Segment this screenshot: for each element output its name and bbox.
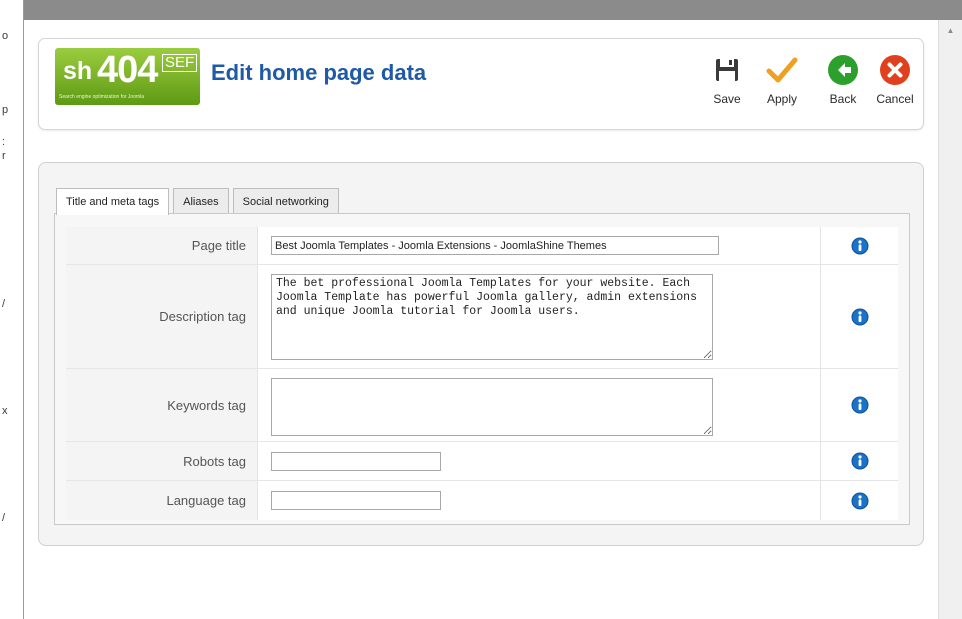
tab-bar: Title and meta tags Aliases Social netwo… bbox=[56, 188, 343, 215]
arrow-left-circle-icon bbox=[826, 53, 860, 87]
language-tag-input[interactable] bbox=[271, 491, 441, 510]
form-row-description: Description tag The bet professional Joo… bbox=[66, 265, 898, 369]
modal-scrollbar[interactable]: ▲ bbox=[938, 20, 962, 619]
info-icon[interactable] bbox=[851, 308, 869, 326]
bg-fragment: r bbox=[2, 150, 6, 162]
back-button[interactable]: Back bbox=[820, 49, 866, 111]
form-row-robots: Robots tag bbox=[66, 442, 898, 481]
save-label: Save bbox=[713, 92, 741, 106]
back-label: Back bbox=[829, 92, 857, 106]
tab-social-networking[interactable]: Social networking bbox=[232, 188, 339, 214]
form-row-page-title: Page title bbox=[66, 227, 898, 265]
cancel-button[interactable]: Cancel bbox=[872, 49, 918, 111]
keywords-tag-textarea[interactable] bbox=[271, 378, 713, 436]
save-button[interactable]: Save bbox=[704, 49, 750, 111]
x-circle-icon bbox=[878, 53, 912, 87]
bg-fragment: p bbox=[2, 104, 9, 116]
language-tag-label: Language tag bbox=[66, 481, 258, 520]
robots-tag-label: Robots tag bbox=[66, 442, 258, 480]
tab-title-and-meta-tags[interactable]: Title and meta tags bbox=[56, 188, 170, 215]
page-title-label: Page title bbox=[66, 227, 258, 264]
description-tag-label: Description tag bbox=[66, 265, 258, 368]
form-row-language: Language tag bbox=[66, 481, 898, 520]
info-icon[interactable] bbox=[851, 237, 869, 255]
cancel-label: Cancel bbox=[876, 92, 914, 106]
edit-home-page-modal: sh 404 SEF Search engine optimization fo… bbox=[24, 20, 938, 619]
background-page: o p : r / x / bbox=[0, 0, 24, 619]
bg-fragment: o bbox=[2, 30, 9, 42]
logo-suffix: SEF bbox=[162, 54, 198, 72]
bg-fragment: x bbox=[2, 405, 8, 417]
page-title-input[interactable] bbox=[271, 236, 719, 255]
tab-content-title-and-meta-tags: Page title Description tag bbox=[54, 213, 910, 525]
info-icon[interactable] bbox=[851, 396, 869, 414]
info-icon[interactable] bbox=[851, 492, 869, 510]
info-icon[interactable] bbox=[851, 452, 869, 470]
bg-fragment: : bbox=[2, 136, 6, 148]
apply-button[interactable]: Apply bbox=[759, 49, 805, 111]
logo-tagline: Search engine optimization for Joomla bbox=[59, 94, 145, 100]
logo-number: 404 bbox=[97, 49, 158, 91]
keywords-tag-label: Keywords tag bbox=[66, 369, 258, 441]
bg-fragment: / bbox=[2, 298, 6, 310]
tab-aliases[interactable]: Aliases bbox=[173, 188, 229, 214]
scroll-up-arrow-icon[interactable]: ▲ bbox=[939, 20, 962, 40]
description-tag-textarea[interactable]: The bet professional Joomla Templates fo… bbox=[271, 274, 713, 360]
toolbar: sh 404 SEF Search engine optimization fo… bbox=[38, 38, 924, 130]
apply-label: Apply bbox=[766, 92, 798, 106]
sh404sef-logo: sh 404 SEF Search engine optimization fo… bbox=[55, 48, 200, 105]
form-row-keywords: Keywords tag bbox=[66, 369, 898, 442]
robots-tag-input[interactable] bbox=[271, 452, 441, 471]
checkmark-icon bbox=[765, 53, 799, 87]
page-title: Edit home page data bbox=[211, 60, 427, 85]
bg-fragment: / bbox=[2, 512, 6, 524]
floppy-disk-icon bbox=[710, 53, 744, 87]
logo-prefix: sh bbox=[63, 57, 93, 85]
form-panel: Title and meta tags Aliases Social netwo… bbox=[38, 162, 924, 546]
